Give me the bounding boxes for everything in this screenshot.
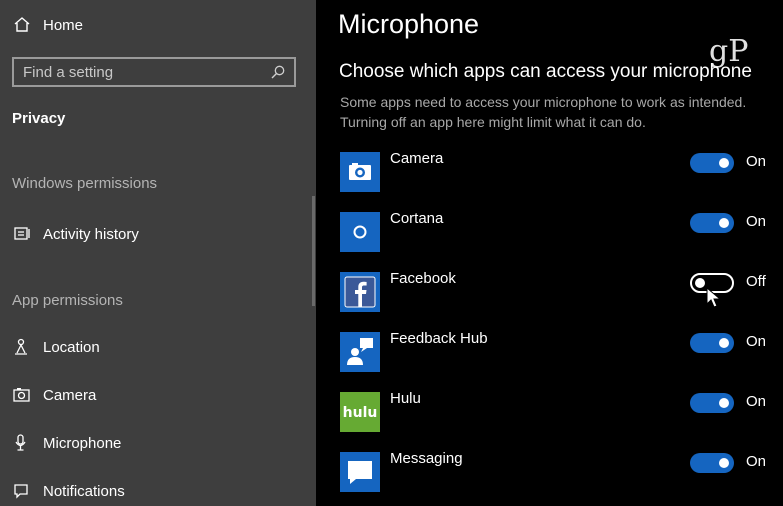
sidebar-item-microphone[interactable]: Microphone	[12, 430, 121, 456]
section-heading: Choose which apps can access your microp…	[339, 61, 752, 82]
app-name: Cortana	[390, 210, 444, 227]
toggle-knob	[719, 458, 729, 468]
toggle-knob	[719, 218, 729, 228]
mouse-cursor-icon	[706, 286, 722, 309]
sidebar-item-activity-history[interactable]: Activity history	[12, 221, 139, 247]
page-title: Microphone	[338, 9, 480, 39]
toggle-knob	[719, 398, 729, 408]
location-icon	[12, 337, 32, 357]
camera-icon	[12, 385, 32, 405]
app-row-camera: Camera On	[340, 150, 780, 192]
home-nav-item[interactable]: Home	[12, 12, 83, 38]
app-permissions-heading: App permissions	[12, 292, 123, 309]
home-icon	[12, 15, 32, 35]
sidebar-item-label: Camera	[43, 386, 97, 404]
search-icon[interactable]	[270, 64, 286, 80]
messaging-icon	[340, 452, 380, 492]
sidebar-item-label: Location	[43, 338, 100, 356]
hulu-icon: hulu	[340, 392, 380, 432]
microphone-icon	[12, 433, 32, 453]
privacy-heading: Privacy	[12, 110, 66, 127]
toggle-state: On	[746, 153, 767, 170]
camera-app-icon	[340, 152, 380, 192]
activity-history-label: Activity history	[43, 225, 139, 243]
app-name: Facebook	[390, 270, 456, 287]
feedback-hub-icon	[340, 332, 380, 372]
toggle-knob	[719, 158, 729, 168]
sidebar-item-label: Notifications	[43, 482, 125, 500]
toggle-state: On	[746, 213, 767, 230]
home-label: Home	[43, 16, 84, 34]
sidebar-item-location[interactable]: Location	[12, 334, 100, 360]
camera-toggle[interactable]	[690, 153, 734, 173]
app-row-hulu: hulu Hulu On	[340, 390, 780, 432]
sidebar-item-label: Microphone	[43, 434, 122, 452]
toggle-state: On	[746, 333, 767, 350]
toggle-state: On	[746, 453, 767, 470]
toggle-knob	[719, 338, 729, 348]
toggle-state: Off	[746, 273, 766, 290]
windows-permissions-heading: Windows permissions	[12, 175, 158, 192]
cortana-icon	[340, 212, 380, 252]
messaging-toggle[interactable]	[690, 453, 734, 473]
search-box	[12, 57, 296, 87]
notifications-icon	[12, 481, 32, 501]
description-text: Some apps need to access your microphone…	[340, 94, 747, 130]
search-input[interactable]	[14, 62, 265, 82]
main-panel: Microphone gP Choose which apps can acce…	[316, 0, 783, 506]
facebook-icon	[340, 272, 380, 312]
sidebar: Home Privacy Windows permissions Activit…	[0, 0, 316, 506]
toggle-knob	[695, 278, 705, 288]
app-name: Camera	[390, 150, 444, 167]
app-row-cortana: Cortana On	[340, 210, 780, 252]
sidebar-scrollbar[interactable]	[312, 196, 315, 306]
app-row-feedback-hub: Feedback Hub On	[340, 330, 780, 372]
toggle-state: On	[746, 393, 767, 410]
app-name: Messaging	[390, 450, 463, 467]
app-name: Feedback Hub	[390, 330, 488, 347]
feedback-hub-toggle[interactable]	[690, 333, 734, 353]
sidebar-item-camera[interactable]: Camera	[12, 382, 96, 408]
sidebar-item-notifications[interactable]: Notifications	[12, 478, 125, 504]
hulu-toggle[interactable]	[690, 393, 734, 413]
svg-text:hulu: hulu	[343, 405, 378, 421]
app-name: Hulu	[390, 390, 421, 407]
app-row-messaging: Messaging On	[340, 450, 780, 492]
cortana-toggle[interactable]	[690, 213, 734, 233]
activity-history-icon	[12, 224, 32, 244]
